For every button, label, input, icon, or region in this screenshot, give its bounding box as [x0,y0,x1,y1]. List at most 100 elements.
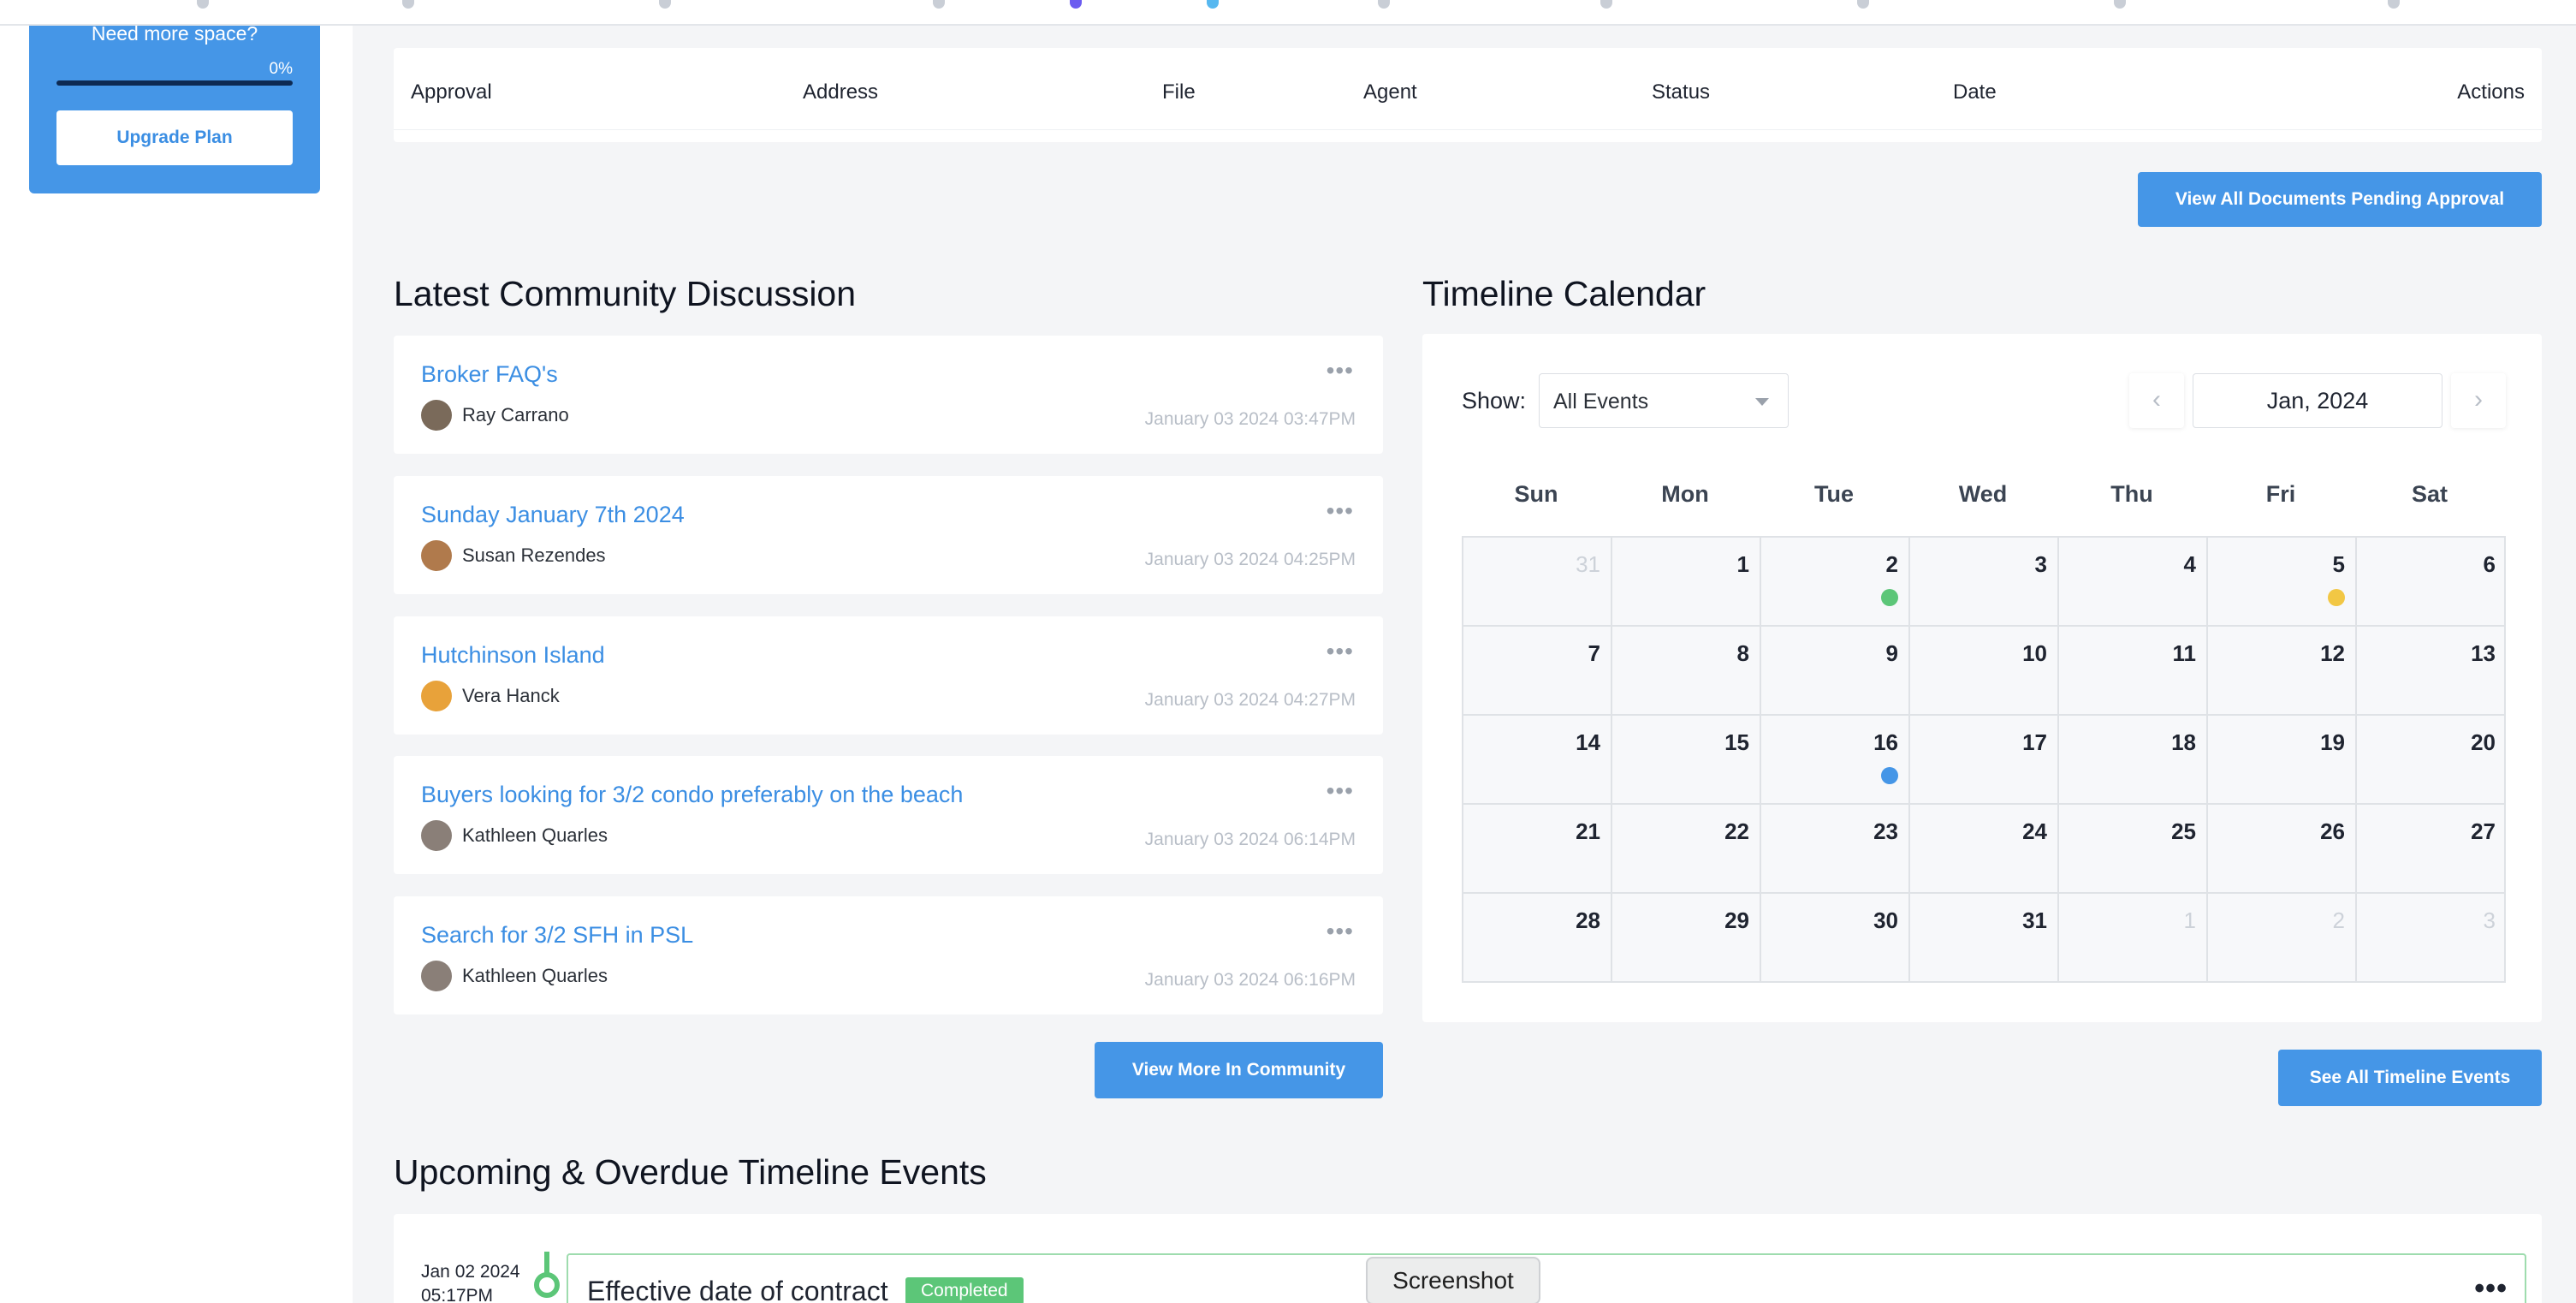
storage-title: Need more space? [91,22,258,45]
calendar-day[interactable]: 28 [1463,894,1612,983]
day-number: 2 [2332,907,2345,933]
more-options-icon[interactable]: ••• [1327,919,1354,943]
calendar-day[interactable]: 3 [2357,894,2506,983]
calendar-day[interactable]: 1 [2059,894,2208,983]
calendar-day[interactable]: 12 [2208,627,2357,716]
discussion-item[interactable]: Buyers looking for 3/2 condo preferably … [394,756,1383,874]
discussion-title[interactable]: Broker FAQ's [421,361,558,388]
calendar-day[interactable]: 31 [1463,538,1612,627]
toolbar-icon[interactable] [1378,0,1390,9]
discussion-title[interactable]: Search for 3/2 SFH in PSL [421,922,693,949]
calendar-day[interactable]: 10 [1910,627,2059,716]
view-all-pending-approval-button[interactable]: View All Documents Pending Approval [2138,172,2542,227]
calendar-day[interactable]: 31 [1910,894,2059,983]
more-options-icon[interactable]: ••• [1327,359,1354,383]
day-number: 30 [1873,907,1898,933]
calendar-day[interactable]: 13 [2357,627,2506,716]
event-time: 05:17PM [421,1286,494,1303]
view-more-community-button[interactable]: View More In Community [1095,1042,1383,1098]
discussion-title[interactable]: Hutchinson Island [421,642,605,669]
calendar-day[interactable]: 7 [1463,627,1612,716]
upgrade-plan-button[interactable]: Upgrade Plan [56,110,293,165]
show-label: Show: [1462,388,1527,414]
storage-progress-bar [56,80,293,86]
calendar-day[interactable]: 17 [1910,716,2059,805]
discussion-author: Susan Rezendes [462,544,606,566]
calendar-day[interactable]: 30 [1761,894,1910,983]
toolbar-icon[interactable] [659,0,671,9]
toolbar-icon[interactable] [1857,0,1869,9]
calendar-day[interactable]: 19 [2208,716,2357,805]
calendar-day[interactable]: 3 [1910,538,2059,627]
toolbar-icon[interactable] [1207,0,1219,9]
calendar-day[interactable]: 6 [2357,538,2506,627]
day-number: 21 [1576,818,1600,844]
more-options-icon[interactable]: ••• [1327,779,1354,803]
event-filter-select[interactable]: All Events [1539,373,1789,428]
top-toolbar [0,0,2576,26]
event-dot-icon[interactable] [1881,589,1898,606]
calendar-day[interactable]: 27 [2357,805,2506,894]
community-section-title: Latest Community Discussion [394,274,857,313]
calendar-day[interactable]: 18 [2059,716,2208,805]
calendar-day[interactable]: 29 [1612,894,1761,983]
discussion-item[interactable]: Hutchinson Island Vera Hanck January 03 … [394,616,1383,735]
more-options-icon[interactable]: ••• [1327,499,1354,523]
more-options-icon[interactable]: ••• [2474,1274,2508,1303]
day-number: 29 [1724,907,1749,933]
calendar-day[interactable]: 14 [1463,716,1612,805]
discussion-item[interactable]: Broker FAQ's Ray Carrano January 03 2024… [394,336,1383,454]
calendar-day[interactable]: 1 [1612,538,1761,627]
discussion-author: Kathleen Quarles [462,965,608,986]
pending-approval-table: Approval Address File Agent Status Date … [394,48,2542,142]
timeline-event-date: Jan 02 2024 05:17PM [421,1260,520,1303]
next-month-button[interactable]: › [2451,373,2506,428]
calendar-day[interactable]: 5 [2208,538,2357,627]
calendar-day[interactable]: 22 [1612,805,1761,894]
calendar-day[interactable]: 2 [1761,538,1910,627]
more-options-icon[interactable]: ••• [1327,640,1354,663]
discussion-title[interactable]: Sunday January 7th 2024 [421,502,685,528]
calendar-day[interactable]: 23 [1761,805,1910,894]
event-dot-icon[interactable] [2328,589,2345,606]
toolbar-icon[interactable] [2388,0,2400,9]
calendar-day[interactable]: 9 [1761,627,1910,716]
column-header-file: File [1162,80,1196,104]
discussion-item[interactable]: Search for 3/2 SFH in PSL Kathleen Quarl… [394,896,1383,1014]
day-number: 16 [1873,729,1898,755]
day-number: 7 [1588,640,1600,666]
toolbar-icon[interactable] [933,0,945,9]
calendar-day[interactable]: 2 [2208,894,2357,983]
calendar-day[interactable]: 24 [1910,805,2059,894]
discussion-author: Vera Hanck [462,685,560,706]
calendar-day[interactable]: 20 [2357,716,2506,805]
month-label[interactable]: Jan, 2024 [2193,373,2442,428]
calendar-day[interactable]: 26 [2208,805,2357,894]
calendar-day[interactable]: 25 [2059,805,2208,894]
discussion-title[interactable]: Buyers looking for 3/2 condo preferably … [421,782,963,808]
toolbar-icon[interactable] [1600,0,1612,9]
calendar-section-title: Timeline Calendar [1422,274,1706,313]
toolbar-icon[interactable] [197,0,209,9]
toolbar-icon[interactable] [1070,0,1082,9]
calendar-day[interactable]: 15 [1612,716,1761,805]
toolbar-icon[interactable] [2114,0,2126,9]
column-header-address: Address [803,80,879,104]
prev-month-button[interactable]: ‹ [2129,373,2184,428]
discussion-item[interactable]: Sunday January 7th 2024 Susan Rezendes J… [394,476,1383,594]
weekday-label: Sun [1514,481,1558,507]
day-number: 31 [1576,551,1600,577]
calendar-day[interactable]: 16 [1761,716,1910,805]
see-all-timeline-events-button[interactable]: See All Timeline Events [2278,1050,2542,1106]
toolbar-icon[interactable] [402,0,414,9]
weekday-label: Tue [1814,481,1854,507]
calendar-day[interactable]: 11 [2059,627,2208,716]
timeline-event[interactable]: Effective date of contract Completed ••• [567,1253,2526,1303]
event-filter-value: All Events [1553,390,1649,414]
calendar-day[interactable]: 8 [1612,627,1761,716]
day-number: 1 [2183,907,2196,933]
calendar-day[interactable]: 4 [2059,538,2208,627]
day-number: 27 [2471,818,2496,844]
calendar-day[interactable]: 21 [1463,805,1612,894]
event-dot-icon[interactable] [1881,767,1898,784]
